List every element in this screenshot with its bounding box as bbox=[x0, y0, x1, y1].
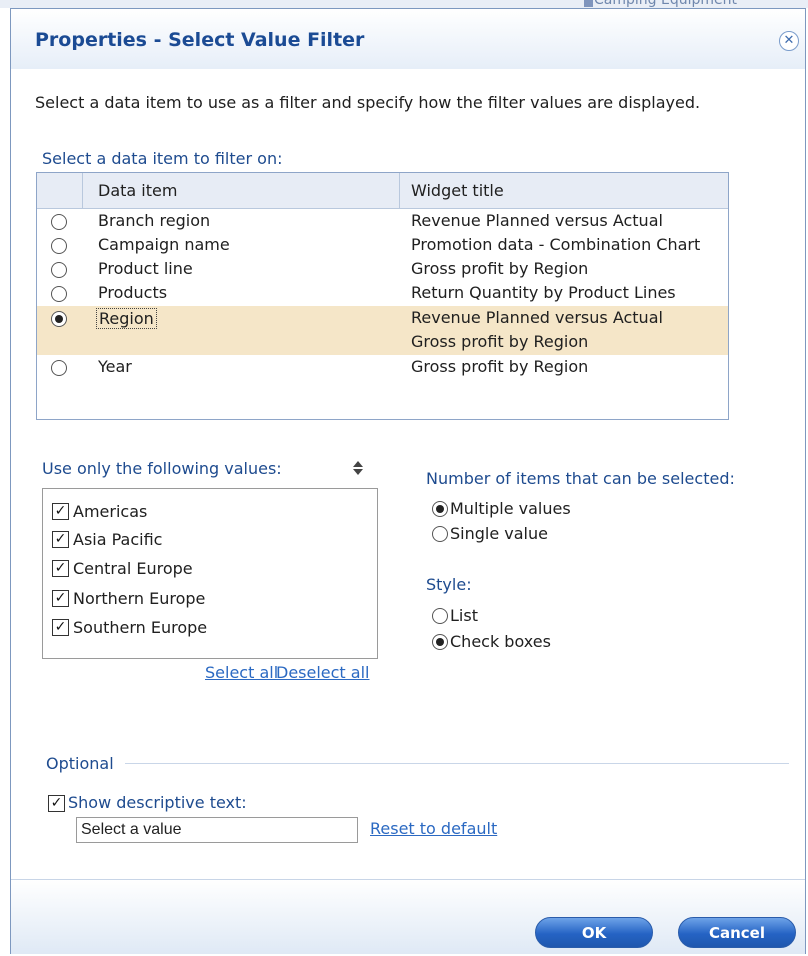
optional-divider bbox=[125, 763, 789, 764]
grid-row-region[interactable]: Region Revenue Planned versus Actual Gro… bbox=[37, 306, 728, 355]
selection-count-label: Number of items that can be selected: bbox=[426, 469, 735, 488]
list-style-radio[interactable] bbox=[432, 608, 448, 624]
value-label: Northern Europe bbox=[73, 589, 206, 608]
grid-row-year[interactable]: Year Gross profit by Region bbox=[37, 355, 728, 380]
values-list: ✓ Americas ✓ Asia Pacific ✓ Central Euro… bbox=[42, 488, 378, 659]
value-checkbox[interactable]: ✓ bbox=[52, 619, 69, 636]
grid-row-campaign-name[interactable]: Campaign name Promotion data - Combinati… bbox=[37, 233, 728, 258]
instruction-text: Select a data item to use as a filter an… bbox=[35, 93, 701, 112]
value-checkbox[interactable]: ✓ bbox=[52, 503, 69, 520]
check-boxes-style-radio[interactable] bbox=[432, 634, 448, 650]
value-label: Americas bbox=[73, 502, 148, 521]
column-separator bbox=[82, 173, 83, 208]
row-radio[interactable] bbox=[51, 360, 67, 376]
grid-row-branch-region[interactable]: Branch region Revenue Planned versus Act… bbox=[37, 209, 728, 234]
row-radio[interactable] bbox=[51, 238, 67, 254]
option-label: Check boxes bbox=[450, 632, 551, 651]
value-label: Southern Europe bbox=[73, 618, 208, 637]
column-separator bbox=[399, 173, 400, 208]
single-value-radio[interactable] bbox=[432, 526, 448, 542]
ok-button[interactable]: OK bbox=[535, 917, 653, 948]
multiple-values-radio[interactable] bbox=[432, 501, 448, 517]
widget-title: Gross profit by Region bbox=[411, 259, 589, 278]
show-descriptive-text-label: Show descriptive text: bbox=[68, 793, 247, 812]
value-checkbox[interactable]: ✓ bbox=[52, 560, 69, 577]
sort-icon[interactable] bbox=[352, 460, 364, 476]
cancel-button[interactable]: Cancel bbox=[678, 917, 796, 948]
option-label: Multiple values bbox=[450, 499, 571, 518]
data-item-name: Product line bbox=[98, 259, 193, 278]
data-item-name: Campaign name bbox=[98, 235, 230, 254]
descriptive-text-input[interactable]: Select a value bbox=[76, 817, 358, 843]
value-checkbox[interactable]: ✓ bbox=[52, 590, 69, 607]
data-item-grid: Data item Widget title Branch region Rev… bbox=[36, 172, 729, 420]
value-label: Central Europe bbox=[73, 559, 193, 578]
column-header-data-item[interactable]: Data item bbox=[98, 181, 177, 200]
value-label: Asia Pacific bbox=[73, 530, 163, 549]
widget-title: Promotion data - Combination Chart bbox=[411, 235, 701, 254]
select-all-link[interactable]: Select all bbox=[205, 663, 278, 682]
widget-title: Return Quantity by Product Lines bbox=[411, 283, 676, 302]
grid-label: Select a data item to filter on: bbox=[42, 149, 283, 168]
widget-title: Gross profit by Region bbox=[411, 332, 589, 351]
option-label: Single value bbox=[450, 524, 548, 543]
background-partial-text: Camping Equipment bbox=[594, 0, 737, 8]
optional-section-label: Optional bbox=[46, 754, 114, 773]
dialog-footer: OK Cancel bbox=[11, 879, 805, 954]
column-header-widget-title[interactable]: Widget title bbox=[411, 181, 504, 200]
grid-header: Data item Widget title bbox=[37, 173, 728, 209]
value-checkbox[interactable]: ✓ bbox=[52, 531, 69, 548]
row-radio-selected[interactable] bbox=[51, 311, 67, 327]
close-icon[interactable]: ✕ bbox=[779, 31, 799, 51]
grid-row-products[interactable]: Products Return Quantity by Product Line… bbox=[37, 281, 728, 306]
option-label: List bbox=[450, 606, 478, 625]
deselect-all-link[interactable]: Deselect all bbox=[276, 663, 369, 682]
dialog-title: Properties - Select Value Filter bbox=[35, 29, 365, 51]
widget-title: Revenue Planned versus Actual bbox=[411, 308, 663, 327]
data-item-name: Products bbox=[98, 283, 168, 302]
style-label: Style: bbox=[426, 575, 472, 594]
grid-row-product-line[interactable]: Product line Gross profit by Region bbox=[37, 257, 728, 282]
values-label: Use only the following values: bbox=[42, 459, 282, 478]
data-item-name: Year bbox=[98, 357, 132, 376]
reset-to-default-link[interactable]: Reset to default bbox=[370, 819, 497, 838]
row-radio[interactable] bbox=[51, 262, 67, 278]
legend-swatch bbox=[584, 0, 593, 7]
dialog-titlebar: Properties - Select Value Filter ✕ bbox=[11, 9, 805, 69]
data-item-name: Branch region bbox=[98, 211, 211, 230]
widget-title: Gross profit by Region bbox=[411, 357, 589, 376]
select-value-filter-dialog: Properties - Select Value Filter ✕ Selec… bbox=[10, 8, 806, 954]
data-item-name: Region bbox=[96, 308, 157, 329]
show-descriptive-text-checkbox[interactable]: ✓ bbox=[48, 795, 65, 812]
row-radio[interactable] bbox=[51, 214, 67, 230]
widget-title: Revenue Planned versus Actual bbox=[411, 211, 663, 230]
row-radio[interactable] bbox=[51, 286, 67, 302]
